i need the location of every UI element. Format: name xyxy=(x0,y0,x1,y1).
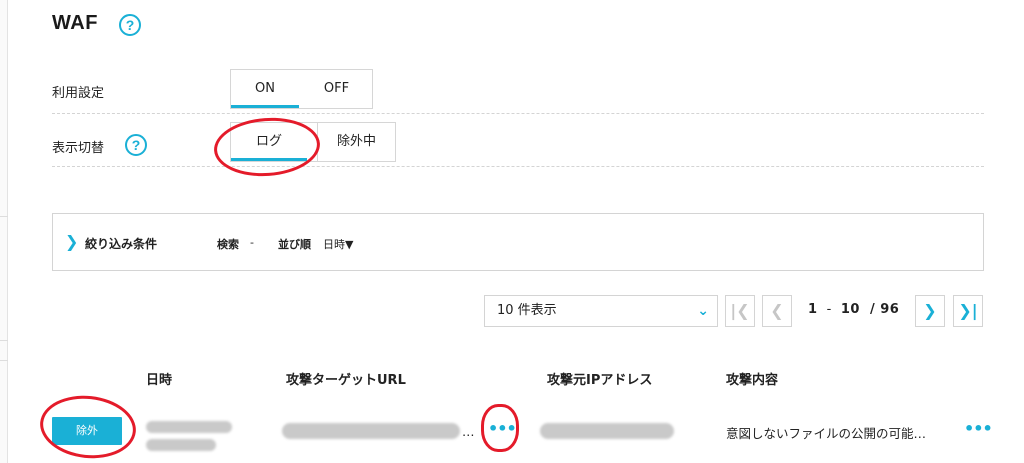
range-end: 10 xyxy=(840,302,860,317)
help-icon[interactable]: ? xyxy=(125,134,147,156)
next-page-button[interactable]: ❯ xyxy=(915,295,945,327)
help-icon[interactable]: ? xyxy=(119,14,141,36)
annotation-circle xyxy=(481,404,519,452)
header-target-url: 攻撃ターゲットURL xyxy=(286,373,406,388)
display-excluded-option[interactable]: 除外中 xyxy=(317,123,395,161)
prev-page-button[interactable]: ❮ xyxy=(762,295,792,327)
left-rail xyxy=(0,0,8,463)
sort-label: 並び順 xyxy=(278,238,311,251)
filter-title: 絞り込み条件 xyxy=(85,237,158,251)
search-value: - xyxy=(250,236,254,249)
annotation-circle xyxy=(37,391,139,463)
chevron-right-icon: ❯ xyxy=(65,232,79,251)
usage-off-option[interactable]: OFF xyxy=(301,70,372,108)
page-title: WAF xyxy=(52,12,98,34)
chevron-down-icon: ⌄ xyxy=(697,303,709,319)
more-icon[interactable]: ••• xyxy=(964,419,993,438)
header-source-ip: 攻撃元IPアドレス xyxy=(547,373,653,388)
sort-value: 日時▼ xyxy=(323,238,354,251)
rail-divider xyxy=(0,340,8,341)
redacted-url xyxy=(282,423,460,439)
url-ellipsis: … xyxy=(462,424,475,439)
usage-toggle: ON OFF xyxy=(230,69,373,109)
range-start: 1 xyxy=(808,302,818,317)
last-page-button[interactable]: ❯| xyxy=(953,295,983,327)
range-total: / 96 xyxy=(869,302,900,317)
search-label: 検索 xyxy=(217,238,239,251)
redacted-ip xyxy=(540,423,674,439)
display-switch-label: 表示切替 xyxy=(52,141,105,156)
header-attack-content: 攻撃内容 xyxy=(726,373,779,388)
divider xyxy=(52,113,984,114)
filter-panel[interactable]: ❯ 絞り込み条件 検索 - 並び順 日時▼ xyxy=(52,213,984,271)
redacted-datetime xyxy=(146,421,232,433)
header-datetime: 日時 xyxy=(146,373,173,388)
rail-divider xyxy=(0,216,8,217)
divider xyxy=(52,166,984,167)
per-page-select[interactable]: 10 件表示 ⌄ xyxy=(484,295,718,327)
range-separator: - xyxy=(826,302,832,317)
first-page-button[interactable]: |❮ xyxy=(725,295,755,327)
page-range: 1 - 10 / 96 xyxy=(808,302,899,317)
usage-on-option[interactable]: ON xyxy=(231,70,299,108)
redacted-datetime xyxy=(146,439,216,451)
rail-divider xyxy=(0,360,8,361)
attack-content-cell: 意図しないファイルの公開の可能… xyxy=(726,426,927,441)
annotation-circle xyxy=(212,114,322,180)
usage-setting-label: 利用設定 xyxy=(52,86,105,101)
per-page-value: 10 件表示 xyxy=(497,303,557,318)
